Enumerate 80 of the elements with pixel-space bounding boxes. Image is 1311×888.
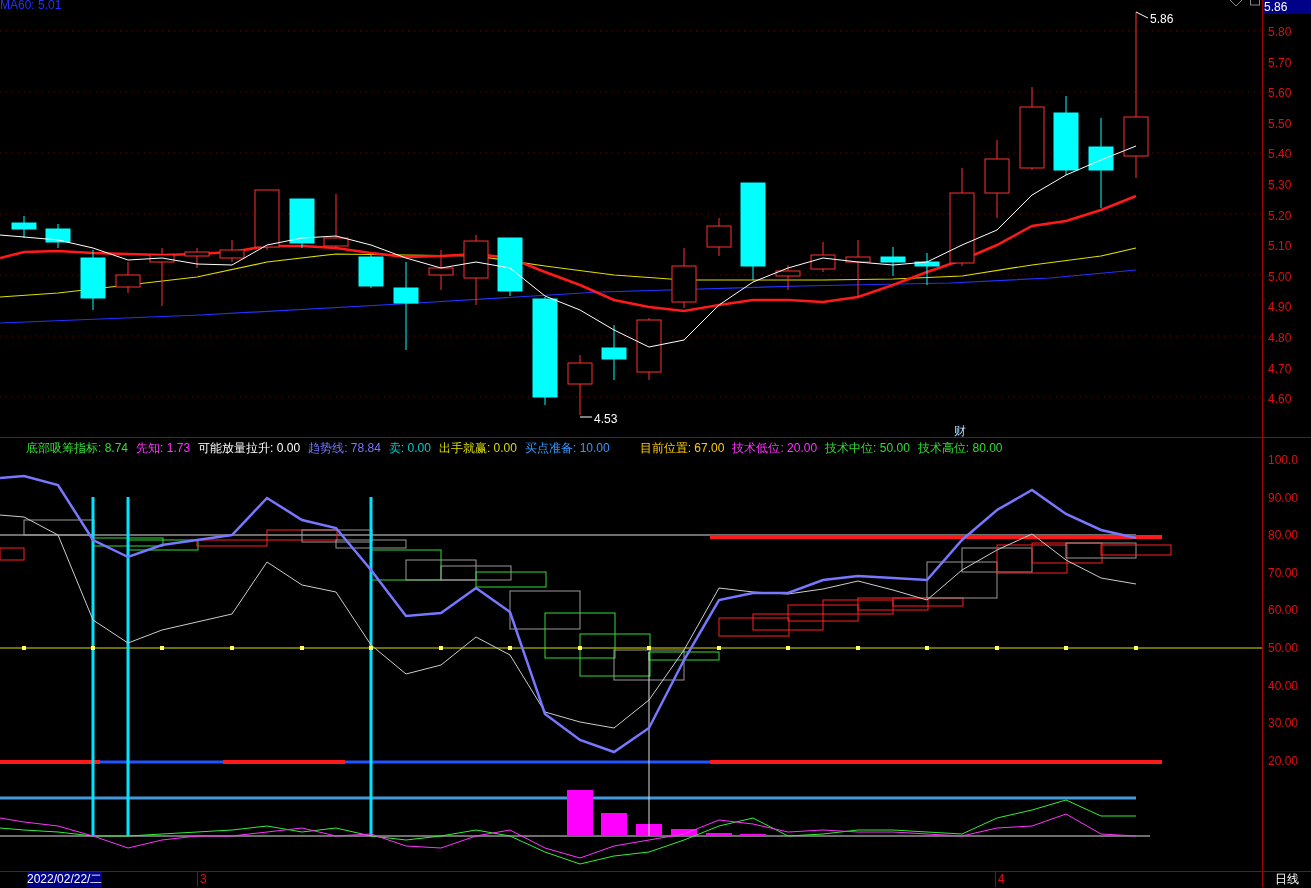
candlestick: [463, 234, 489, 306]
candlestick: [636, 317, 662, 381]
candlestick: [601, 324, 627, 381]
indicator-legend-item: 技术低位: 20.00: [732, 440, 818, 457]
indicator-legend-item: 底部吸筹指标: 8.74: [26, 440, 129, 457]
high-price-label: 5.86: [1150, 11, 1174, 28]
moving-average-label: MA60: 5.01: [0, 0, 62, 12]
candlestick: [115, 261, 141, 294]
price-axis-label: 4.60: [1268, 391, 1292, 409]
indicator-axis-label: 20.00: [1268, 752, 1299, 770]
range-box: [0, 547, 25, 561]
month-tick-label: 3: [197, 872, 207, 887]
indicator-legend-item: 技术高位: 80.00: [917, 440, 1003, 457]
indicator-axis-label: 80.00: [1268, 527, 1299, 545]
candlestick: [880, 246, 906, 277]
indicator-legend-item: 趋势线: 78.84: [308, 440, 381, 457]
indicator-legend-item: 目前位置: 67.00: [639, 440, 725, 457]
period-label[interactable]: 日线: [1262, 872, 1311, 887]
signal-bar: [601, 813, 627, 836]
range-box: [787, 604, 859, 622]
low-price-label: 4.53: [594, 411, 618, 428]
candlestick: [845, 239, 871, 298]
indicator-axis-label: 70.00: [1268, 564, 1299, 582]
price-axis-label: 5.80: [1268, 24, 1292, 41]
price-axis-label: 4.80: [1268, 330, 1292, 347]
candlestick: [810, 241, 836, 273]
price-axis-label: 5.40: [1268, 146, 1292, 164]
indicator-legend-item: 出手就赢: 0.00: [438, 440, 517, 457]
indicator-axis-label: 100.0: [1268, 452, 1299, 469]
range-box: [752, 613, 824, 631]
price-axis-label: 5.00: [1268, 268, 1292, 286]
indicator-legend-item: 先知: 1.73: [136, 440, 191, 457]
candlestick: [323, 193, 349, 249]
signal-bar: [636, 824, 662, 836]
leader-line: [1135, 11, 1149, 19]
indicator-legend-item: 技术中位: 50.00: [825, 440, 910, 457]
candlestick: [914, 252, 940, 286]
price-axis-label: 4.90: [1268, 299, 1292, 317]
candlestick: [567, 354, 593, 416]
candlestick: [671, 247, 697, 309]
candlestick: [289, 198, 315, 249]
indicator-legend-item: 卖: 0.00: [388, 440, 431, 457]
candlestick: [254, 189, 280, 251]
price-axis-label: 5.10: [1268, 238, 1292, 256]
indicator-legend-item: 可能放量拉升: 0.00: [198, 440, 301, 457]
price-axis-label: 5.60: [1268, 85, 1292, 103]
current-price-flag: 5.86: [1263, 0, 1311, 14]
signal-bar: [671, 829, 697, 836]
indicator-axis-label: 60.00: [1268, 602, 1299, 620]
indicator-axis-label: 50.00: [1268, 640, 1299, 657]
range-box: [301, 529, 373, 543]
candlestick: [45, 223, 71, 249]
candlestick: [428, 249, 454, 291]
month-tick-label: 4: [995, 872, 1005, 887]
cursor-date-label: 2022/02/22/二: [27, 872, 103, 887]
indicator-axis-label: 30.00: [1268, 715, 1299, 733]
price-axis-label: 5.20: [1268, 207, 1292, 225]
candlestick: [706, 217, 732, 257]
price-axis-label: 4.70: [1268, 360, 1292, 378]
event-marker[interactable]: 财: [954, 422, 966, 440]
indicator-axis-label: 40.00: [1268, 677, 1299, 695]
candlestick: [497, 237, 523, 297]
range-box: [509, 590, 581, 630]
indicator-legend-item: 买点准备: 10.00: [524, 440, 610, 457]
range-box: [475, 571, 547, 588]
candlestick: [149, 247, 175, 307]
candlestick: [775, 264, 801, 291]
candlestick: [219, 239, 245, 263]
price-axis-label: 5.30: [1268, 177, 1292, 194]
indicator-axis-label: 90.00: [1268, 489, 1299, 507]
price-axis-label: 5.50: [1268, 115, 1292, 133]
signal-bar: [567, 790, 593, 836]
signal-bar: [706, 833, 732, 836]
price-axis-label: 5.70: [1268, 54, 1292, 72]
leader-line: [579, 416, 593, 418]
candlestick: [358, 254, 384, 289]
candlestick: [80, 249, 106, 311]
range-box: [718, 617, 790, 637]
candlestick: [184, 247, 210, 269]
candlestick: [11, 215, 37, 239]
